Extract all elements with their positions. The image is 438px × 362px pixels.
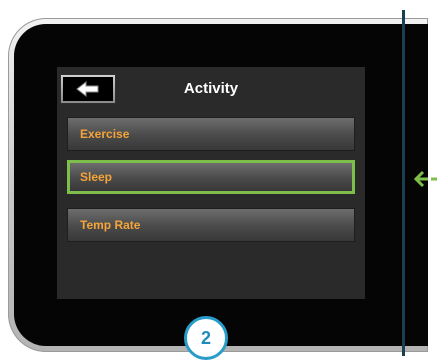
menu-item-label: Temp Rate <box>80 218 141 232</box>
step-number-badge: 2 <box>184 316 228 360</box>
menu-item-label: Sleep <box>80 170 113 184</box>
pointer-arrow-icon <box>413 170 437 188</box>
menu-item-temp-rate[interactable]: Temp Rate <box>67 208 355 242</box>
menu-item-sleep[interactable]: Sleep <box>67 160 355 194</box>
menu-item-exercise[interactable]: Exercise <box>67 117 355 151</box>
divider-line <box>402 10 405 356</box>
back-button[interactable] <box>60 74 116 104</box>
arrow-left-icon <box>76 81 99 97</box>
page-title: Activity <box>183 80 239 97</box>
menu-item-label: Exercise <box>80 127 130 141</box>
